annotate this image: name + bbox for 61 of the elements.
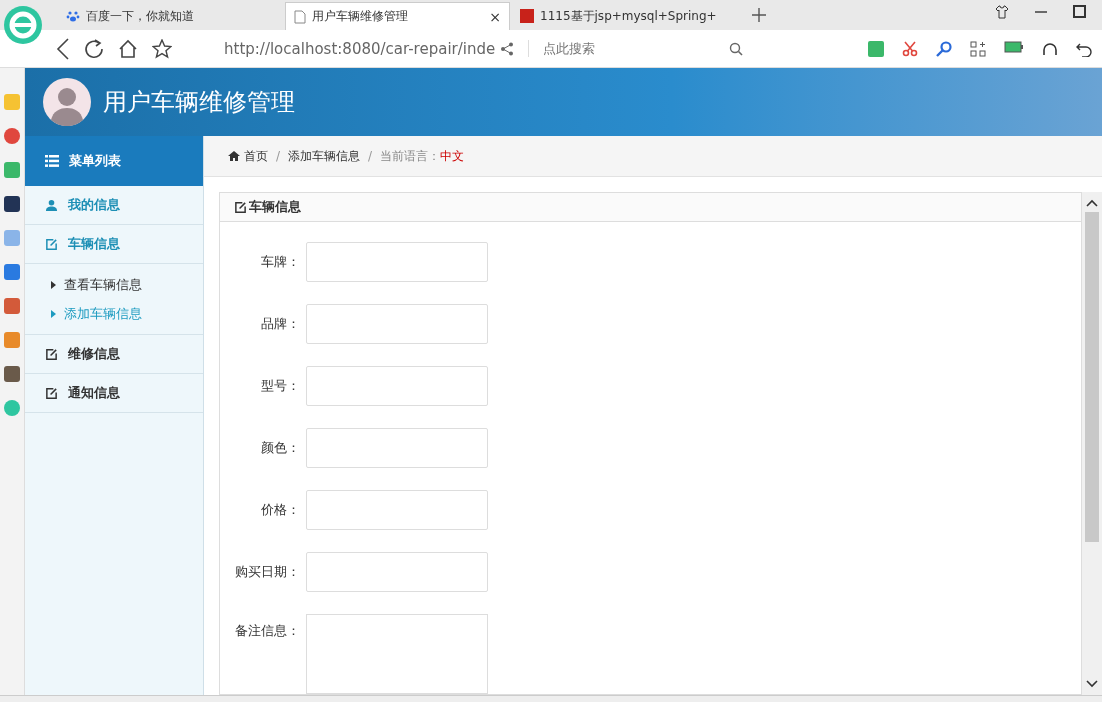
submenu-item[interactable]: 查看车辆信息 bbox=[25, 270, 203, 299]
menu-item[interactable]: 车辆信息 bbox=[25, 225, 203, 264]
input-field[interactable] bbox=[306, 242, 488, 282]
share-icon[interactable] bbox=[500, 41, 514, 56]
shirt-icon[interactable] bbox=[995, 5, 1009, 19]
page-icon bbox=[294, 9, 306, 24]
new-tab-icon[interactable] bbox=[751, 7, 767, 23]
magnifier-icon[interactable] bbox=[936, 40, 952, 57]
apps-icon[interactable] bbox=[970, 40, 986, 57]
back-icon[interactable] bbox=[56, 37, 70, 60]
field-label: 颜色： bbox=[260, 439, 301, 457]
breadcrumb-separator: / bbox=[276, 149, 281, 163]
battery-icon bbox=[1004, 40, 1024, 53]
input-field[interactable] bbox=[306, 428, 488, 468]
breadcrumb-current: 添加车辆信息 bbox=[288, 147, 361, 165]
panel-title: 车辆信息 bbox=[220, 193, 1081, 222]
app-title: 用户车辆维修管理 bbox=[103, 87, 295, 118]
caret-icon bbox=[51, 280, 56, 289]
maximize-icon[interactable] bbox=[1073, 5, 1086, 18]
menu-item[interactable]: 通知信息 bbox=[25, 374, 203, 413]
input-field[interactable] bbox=[306, 490, 488, 530]
menu-item[interactable]: 维修信息 bbox=[25, 335, 203, 374]
edit-icon bbox=[234, 200, 247, 214]
scrollbar[interactable] bbox=[1081, 192, 1102, 695]
menu-header-text: 菜单列表 bbox=[69, 152, 121, 170]
edit-icon bbox=[45, 237, 58, 251]
list-icon bbox=[45, 155, 59, 167]
field-label: 型号： bbox=[260, 377, 301, 395]
field-label: 购买日期： bbox=[234, 563, 301, 581]
scissors-icon[interactable] bbox=[902, 40, 918, 57]
browser-tab[interactable]: 用户车辆维修管理 × bbox=[285, 2, 510, 30]
caret-icon bbox=[51, 309, 56, 318]
star-icon[interactable] bbox=[152, 38, 172, 59]
field-label: 备注信息： bbox=[234, 622, 301, 640]
reload-icon[interactable] bbox=[84, 38, 104, 59]
home-link[interactable]: 首页 bbox=[228, 147, 268, 165]
headphones-icon[interactable] bbox=[1042, 40, 1058, 57]
input-field[interactable] bbox=[306, 304, 488, 344]
home-icon bbox=[228, 151, 240, 161]
paw-icon bbox=[66, 9, 80, 23]
edit-icon bbox=[45, 347, 58, 361]
avatar-icon bbox=[43, 78, 91, 126]
browser-tab[interactable]: 百度一下，你就知道 bbox=[58, 2, 283, 30]
input-field[interactable] bbox=[306, 366, 488, 406]
textarea-field[interactable] bbox=[306, 614, 488, 694]
breadcrumb-separator: / bbox=[368, 149, 373, 163]
scroll-up-icon[interactable] bbox=[1086, 198, 1098, 208]
field-label: 品牌： bbox=[260, 315, 301, 333]
home-icon[interactable] bbox=[118, 38, 138, 59]
input-field[interactable] bbox=[306, 552, 488, 592]
field-label: 价格： bbox=[260, 501, 301, 519]
user-icon bbox=[45, 198, 58, 212]
browser-tab[interactable]: 1115基于jsp+mysql+Spring+ bbox=[512, 2, 737, 30]
favicon-icon bbox=[520, 9, 534, 23]
field-label: 车牌： bbox=[260, 253, 301, 271]
language-text: 当前语言：中文 bbox=[380, 147, 465, 165]
scroll-down-icon[interactable] bbox=[1086, 679, 1098, 689]
menu-item[interactable]: 我的信息 bbox=[25, 186, 203, 225]
edit-icon bbox=[45, 386, 58, 400]
close-icon[interactable]: × bbox=[489, 8, 501, 25]
search-icon[interactable] bbox=[729, 41, 743, 56]
